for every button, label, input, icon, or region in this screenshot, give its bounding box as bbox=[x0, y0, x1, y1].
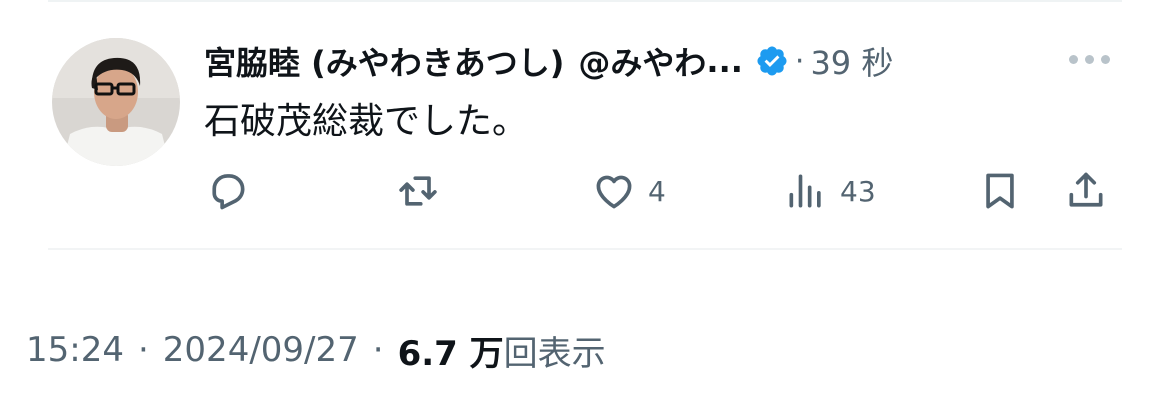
like-count: 4 bbox=[648, 174, 666, 208]
top-divider bbox=[48, 0, 1122, 2]
post-date[interactable]: 2024/09/27 bbox=[163, 330, 359, 370]
views-label: 回表示 bbox=[503, 333, 606, 374]
share-button[interactable] bbox=[1064, 168, 1108, 214]
share-icon bbox=[1069, 172, 1103, 207]
analytics-icon bbox=[789, 174, 821, 208]
handle-ellipsis: ... bbox=[706, 42, 743, 80]
heart-icon bbox=[596, 175, 632, 209]
action-bar: 4 43 bbox=[0, 160, 1170, 224]
more-horizontal-icon[interactable] bbox=[1069, 49, 1129, 69]
total-views-count: 6.7 万 bbox=[397, 333, 504, 374]
avatar[interactable] bbox=[52, 38, 180, 166]
separator-dot: · bbox=[137, 330, 149, 370]
section-divider bbox=[48, 248, 1122, 250]
bookmark-button[interactable] bbox=[978, 168, 1022, 214]
views-count: 43 bbox=[840, 174, 876, 208]
post-meta: 15:24 · 2024/09/27 · 6.7 万 回表示 bbox=[26, 328, 606, 374]
views-button[interactable]: 43 bbox=[784, 168, 876, 214]
relative-timestamp[interactable]: 39 秒 bbox=[810, 38, 893, 84]
reply-icon bbox=[212, 174, 245, 210]
post-header: 宮脇睦 (みやわきあつし) @みやわ ... · 39 秒 bbox=[204, 36, 1124, 86]
display-name[interactable]: 宮脇睦 (みやわきあつし) bbox=[204, 38, 564, 84]
avatar-photo bbox=[52, 38, 180, 166]
post-time[interactable]: 15:24 bbox=[26, 330, 124, 370]
reply-button[interactable] bbox=[206, 168, 250, 214]
separator-dot: · bbox=[372, 330, 384, 370]
post-text: 石破茂総裁でした。 bbox=[204, 101, 529, 142]
bookmark-icon bbox=[986, 173, 1014, 209]
user-handle[interactable]: @みやわ bbox=[578, 38, 706, 84]
repost-icon bbox=[399, 176, 437, 206]
like-button[interactable]: 4 bbox=[592, 168, 666, 214]
repost-button[interactable] bbox=[396, 168, 440, 214]
verified-badge-icon bbox=[755, 44, 789, 78]
separator-dot: · bbox=[794, 43, 805, 79]
